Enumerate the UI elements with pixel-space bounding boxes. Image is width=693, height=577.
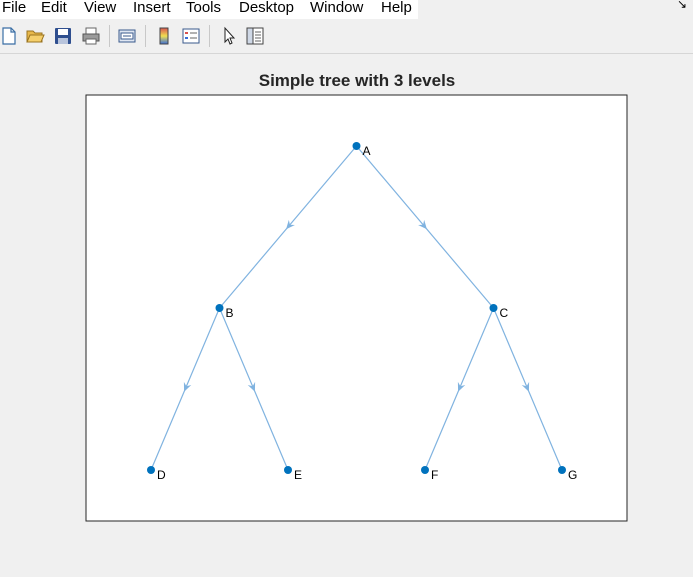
edit-plot-icon[interactable]	[218, 25, 240, 47]
menu-bar-background	[418, 0, 693, 19]
node-label-E: E	[294, 468, 302, 482]
node-label-G: G	[568, 468, 577, 482]
link-plot-icon[interactable]	[116, 25, 138, 47]
node-B[interactable]	[215, 304, 224, 312]
node-C[interactable]	[489, 304, 498, 312]
toolbar-separator	[145, 25, 146, 47]
insert-colorbar-icon[interactable]	[153, 25, 175, 47]
menu-view[interactable]: View	[84, 0, 116, 17]
menu-bar: File Edit View Insert Tools Desktop Wind…	[0, 0, 693, 19]
node-label-F: F	[431, 468, 438, 482]
menu-window[interactable]: Window	[310, 0, 363, 17]
node-D[interactable]	[147, 466, 155, 474]
node-E[interactable]	[284, 466, 292, 474]
save-icon[interactable]	[52, 25, 74, 47]
node-G[interactable]	[558, 466, 566, 474]
insert-legend-icon[interactable]	[180, 25, 202, 47]
toolbar-separator	[109, 25, 110, 47]
open-file-icon[interactable]	[24, 25, 46, 47]
figure-toolbar	[0, 19, 693, 54]
node-A[interactable]	[352, 142, 361, 150]
node-label-D: D	[157, 468, 166, 482]
node-label-A: A	[363, 144, 371, 158]
menu-tools[interactable]: Tools	[186, 0, 221, 17]
new-figure-icon[interactable]	[0, 25, 20, 47]
toolbar-separator	[209, 25, 210, 47]
plot-title: Simple tree with 3 levels	[259, 71, 456, 90]
menu-file[interactable]: File	[2, 0, 26, 17]
tree-plot: Simple tree with 3 levels A B C D E F G	[85, 71, 628, 522]
print-icon[interactable]	[80, 25, 102, 47]
menu-desktop[interactable]: Desktop	[239, 0, 294, 17]
node-label-C: C	[500, 306, 509, 320]
axes-box[interactable]	[85, 94, 628, 522]
figure-canvas: Simple tree with 3 levels A B C D E F G	[0, 54, 693, 577]
property-inspector-icon[interactable]	[244, 25, 266, 47]
menu-insert[interactable]: Insert	[133, 0, 171, 17]
dock-arrow-icon[interactable]: ↘	[677, 0, 687, 11]
menu-edit[interactable]: Edit	[41, 0, 67, 17]
node-F[interactable]	[421, 466, 429, 474]
menu-help[interactable]: Help	[381, 0, 412, 17]
node-label-B: B	[226, 306, 234, 320]
